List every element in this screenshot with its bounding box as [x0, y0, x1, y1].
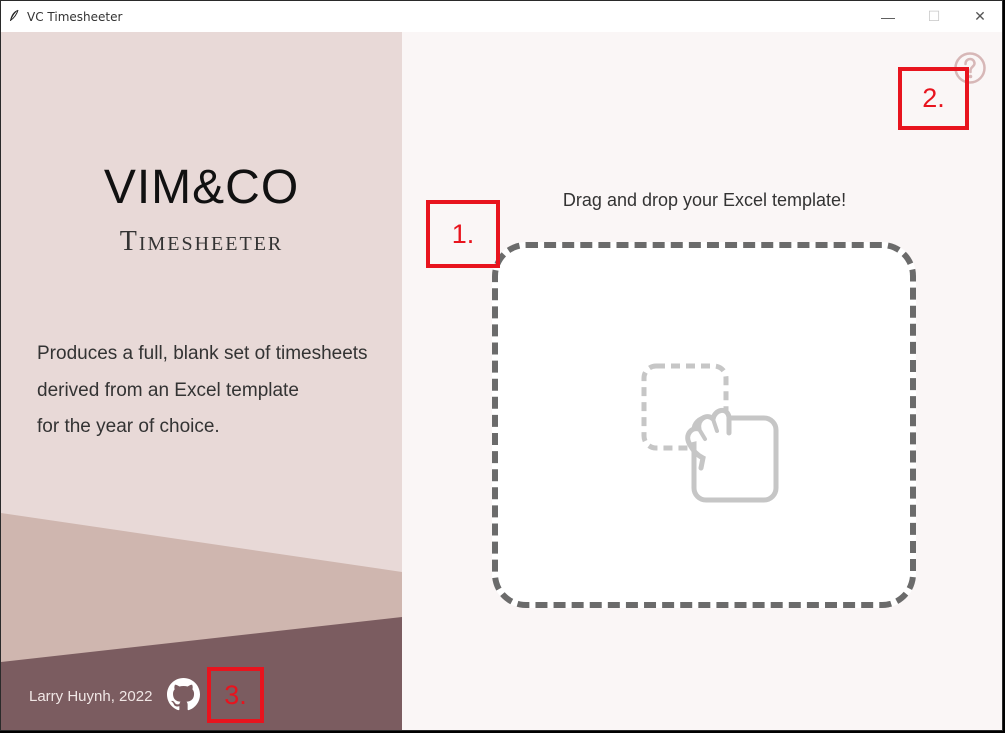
logo-subtitle: Timesheeter [119, 226, 284, 257]
feather-icon [10, 9, 19, 21]
app-description: Produces a full, blank set of timesheets… [37, 336, 368, 446]
maximize-button[interactable]: ☐ [911, 1, 957, 32]
author-credit: Larry Huynh, 2022 [29, 688, 153, 705]
annotation-box-1: 1. [426, 200, 500, 268]
annotation-box-2: 2. [898, 67, 969, 130]
window-title: VC Timesheeter [27, 10, 123, 24]
main-panel: Drag and drop your Excel template! [402, 32, 1002, 730]
logo-title: VIM&CO [103, 161, 300, 214]
annotation-box-3: 3. [207, 667, 264, 723]
title-bar: VC Timesheeter — ☐ ✕ [1, 1, 1002, 32]
drag-drop-hand-icon [641, 363, 779, 503]
drop-zone[interactable] [492, 242, 916, 608]
minimize-button[interactable]: — [865, 1, 911, 32]
description-line: for the year of choice. [37, 416, 220, 437]
github-icon[interactable] [167, 678, 200, 711]
sidebar: VIM&CO Timesheeter Produces a full, blan… [1, 32, 402, 730]
close-button[interactable]: ✕ [957, 1, 1002, 32]
description-line: derived from an Excel template [37, 379, 299, 401]
app-window: VC Timesheeter — ☐ ✕ VIM&CO Timesheeter … [0, 0, 1003, 731]
description-line: Produces a full, blank set of timesheets [37, 343, 368, 364]
